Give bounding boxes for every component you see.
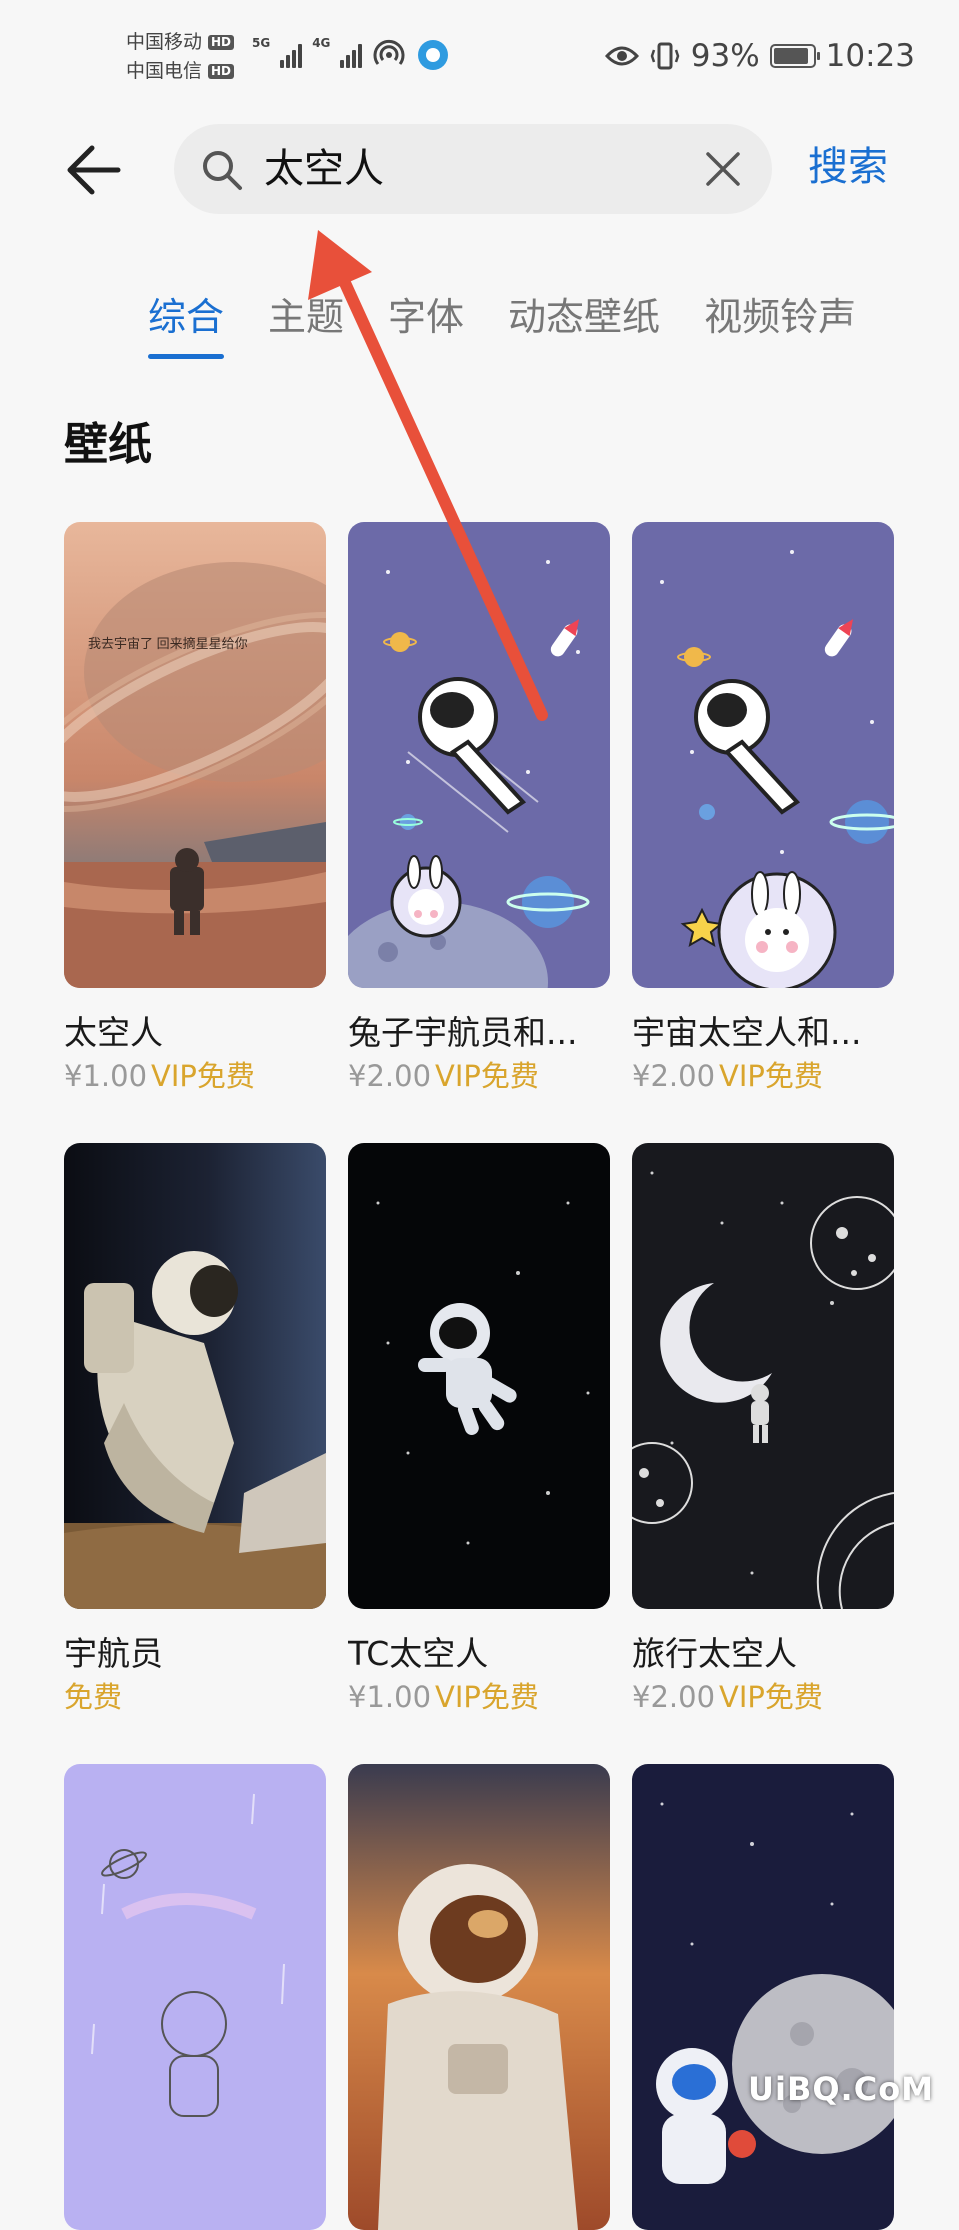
wallpaper-price: ¥2.00 VIP免费 bbox=[632, 1677, 894, 1717]
wallpaper-thumbnail[interactable] bbox=[348, 1143, 610, 1609]
search-input[interactable]: 太空人 bbox=[174, 124, 772, 214]
wallpaper-thumbnail[interactable] bbox=[348, 522, 610, 988]
free-badge: 免费 bbox=[64, 1680, 123, 1714]
wallpaper-title: TC太空人 bbox=[348, 1634, 489, 1673]
category-tabs: 综合 主题 字体 动态壁纸 视频铃声 bbox=[148, 292, 908, 372]
art-text: 我去宇宙了 回来摘星星给你 bbox=[88, 636, 248, 651]
price-value: ¥1.00 bbox=[348, 1680, 432, 1714]
vibrate-icon bbox=[650, 42, 680, 70]
wallpaper-price: ¥2.00 VIP免费 bbox=[632, 1056, 894, 1096]
price-value: ¥1.00 bbox=[64, 1059, 148, 1093]
status-right: 93% 10:23 bbox=[604, 38, 915, 74]
app-notification-icon bbox=[418, 40, 449, 70]
wallpaper-card[interactable]: 旅行太空人 ¥2.00 VIP免费 bbox=[632, 1143, 894, 1717]
wallpaper-card[interactable]: TC太空人 ¥1.00 VIP免费 bbox=[348, 1143, 610, 1717]
wallpaper-card[interactable]: 我去宇宙了 回来摘星星给你 太空人 ¥1.00 VIP免费 bbox=[64, 522, 326, 1096]
tab-fonts[interactable]: 字体 bbox=[388, 292, 464, 372]
wallpaper-title: 太空人 bbox=[64, 1013, 163, 1052]
wallpaper-title: 宇宙太空人和... bbox=[632, 1013, 862, 1052]
wallpaper-price: ¥1.00 VIP免费 bbox=[348, 1677, 610, 1717]
signal-group: 5G 4G bbox=[252, 36, 450, 72]
search-icon bbox=[203, 151, 242, 190]
wallpaper-card[interactable]: 兔子宇航员和... ¥2.00 VIP免费 bbox=[348, 522, 610, 1096]
wallpaper-thumbnail[interactable] bbox=[632, 1764, 894, 2230]
price-value: ¥2.00 bbox=[632, 1680, 716, 1714]
wallpaper-title: 宇航员 bbox=[64, 1634, 163, 1673]
carrier-2: 中国电信 bbox=[126, 60, 203, 82]
tab-video-ringtones[interactable]: 视频铃声 bbox=[704, 292, 856, 372]
carrier-info: 中国移动 HD 中国电信 HD bbox=[126, 28, 235, 86]
wallpaper-thumbnail[interactable] bbox=[64, 1764, 326, 2230]
wallpaper-thumbnail[interactable]: 我去宇宙了 回来摘星星给你 bbox=[64, 522, 326, 988]
clear-icon[interactable] bbox=[704, 150, 742, 188]
search-button[interactable]: 搜索 bbox=[808, 142, 888, 192]
hd-badge-1: HD bbox=[208, 35, 235, 50]
section-title: 壁纸 bbox=[64, 419, 152, 470]
tab-themes[interactable]: 主题 bbox=[268, 292, 344, 372]
wallpaper-thumbnail[interactable] bbox=[632, 522, 894, 988]
wallpaper-thumbnail[interactable] bbox=[632, 1143, 894, 1609]
vip-free-badge: VIP免费 bbox=[151, 1059, 255, 1093]
tab-all[interactable]: 综合 bbox=[148, 292, 225, 372]
network-type-2: 4G bbox=[312, 36, 331, 50]
search-query[interactable]: 太空人 bbox=[264, 146, 384, 192]
wallpaper-card[interactable] bbox=[348, 1764, 610, 2230]
tabs-fade bbox=[840, 292, 910, 352]
arrow-left-icon bbox=[67, 145, 121, 195]
wallpaper-title: 旅行太空人 bbox=[632, 1634, 797, 1673]
battery-percent: 93% bbox=[690, 38, 760, 74]
wallpaper-card[interactable]: 宇宙太空人和... ¥2.00 VIP免费 bbox=[632, 522, 894, 1096]
wallpaper-card[interactable] bbox=[632, 1764, 894, 2230]
wallpaper-price: ¥2.00 VIP免费 bbox=[348, 1056, 610, 1096]
status-bar: 中国移动 HD 中国电信 HD 5G 4G 93% 10:23 bbox=[0, 0, 959, 100]
vip-free-badge: VIP免费 bbox=[435, 1059, 539, 1093]
vip-free-badge: VIP免费 bbox=[435, 1680, 539, 1714]
eye-comfort-icon bbox=[604, 46, 639, 66]
carrier-1: 中国移动 bbox=[126, 31, 203, 53]
back-button[interactable] bbox=[64, 140, 124, 200]
signal-bars-icon bbox=[280, 42, 303, 68]
vip-free-badge: VIP免费 bbox=[719, 1680, 823, 1714]
vip-free-badge: VIP免费 bbox=[719, 1059, 823, 1093]
price-value: ¥2.00 bbox=[632, 1059, 716, 1093]
watermark: UiBQ.CoM bbox=[748, 2070, 935, 2108]
tab-live-wallpapers[interactable]: 动态壁纸 bbox=[508, 292, 660, 372]
network-type-1: 5G bbox=[252, 36, 271, 50]
wallpaper-price: ¥1.00 VIP免费 bbox=[64, 1056, 326, 1096]
wallpaper-thumbnail[interactable] bbox=[348, 1764, 610, 2230]
wallpaper-price: 免费 bbox=[64, 1677, 326, 1717]
wallpaper-thumbnail[interactable] bbox=[64, 1143, 326, 1609]
hotspot-icon bbox=[373, 39, 405, 65]
wallpaper-card[interactable] bbox=[64, 1764, 326, 2230]
wallpaper-title: 兔子宇航员和... bbox=[348, 1013, 578, 1052]
battery-icon bbox=[769, 44, 820, 68]
signal-bars-icon bbox=[340, 42, 363, 68]
price-value: ¥2.00 bbox=[348, 1059, 432, 1093]
hd-badge-2: HD bbox=[208, 64, 235, 79]
clock: 10:23 bbox=[825, 38, 915, 74]
wallpaper-card[interactable]: 宇航员 免费 bbox=[64, 1143, 326, 1717]
